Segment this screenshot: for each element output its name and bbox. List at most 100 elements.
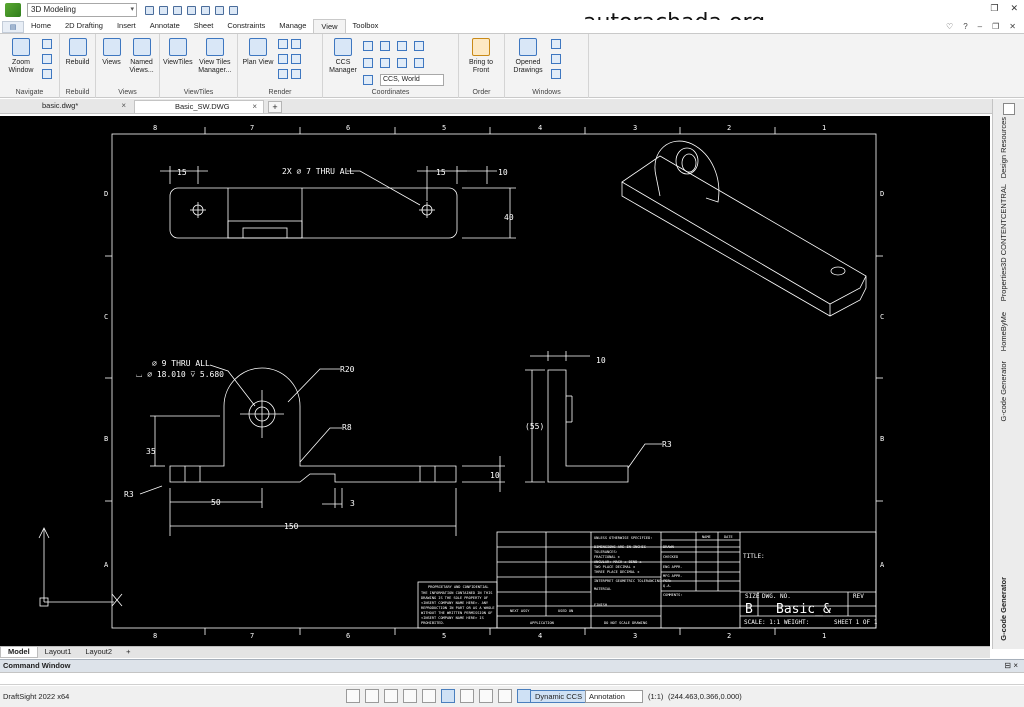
views-label: Views [102,59,121,66]
visual-style-icon[interactable] [278,69,288,79]
minimize-icon[interactable]: – [978,22,982,31]
tab-layout2[interactable]: Layout2 [78,647,119,658]
tile-horizontal-icon[interactable] [551,54,561,64]
ccs-y-icon[interactable] [414,41,424,51]
quick-input-icon[interactable] [498,689,512,703]
chevron-down-icon: ▾ [130,6,134,13]
dim-text: 15 [436,168,446,177]
render-icon[interactable] [291,69,301,79]
ccs-view-icon[interactable] [380,58,390,68]
save-icon[interactable] [173,5,182,15]
sheet-field: SHEET 1 OF 1 [834,619,878,626]
ccs-dropdown[interactable]: CCS, World [380,74,444,86]
orbit-icon[interactable] [42,54,52,64]
tab-manage[interactable]: Manage [272,19,313,33]
ccs-x-icon[interactable] [397,41,407,51]
entity-snap-icon[interactable] [441,689,455,703]
tab-2d-drafting[interactable]: 2D Drafting [58,19,110,33]
grid-icon[interactable] [384,689,398,703]
dim-text: 15 [177,168,187,177]
workspace-dropdown[interactable]: 3D Modeling ▾ [27,3,137,17]
application-menu-button[interactable]: ▤ [2,21,24,33]
close-doc-icon[interactable]: ✕ [1009,22,1016,31]
command-window-title: Command Window [3,661,71,670]
dim-text: R3 [124,490,134,499]
entity-track-icon[interactable] [460,689,474,703]
zone-row-label: B [880,435,884,443]
approval-row: Q.A. [663,584,672,588]
tab-3d-contentcentral[interactable]: 3D CONTENTCENTRAL [999,184,1008,267]
close-icon[interactable]: × [252,101,257,113]
polar-icon[interactable] [422,689,436,703]
gcode-generator-panel-title[interactable]: G-code Generator [999,577,1008,641]
help-icon[interactable]: ? [963,22,967,31]
doc-tab-basic-sw[interactable]: Basic_SW.DWG × [134,100,264,113]
viewtiles-manager-label: View Tiles Manager... [198,59,232,74]
tab-constraints[interactable]: Constraints [220,19,272,33]
ccs-z-icon[interactable] [363,58,373,68]
command-input-area[interactable] [0,673,1024,685]
tab-layout1[interactable]: Layout1 [38,647,79,658]
snap-icon[interactable] [346,689,360,703]
zone-col-label: 4 [538,632,542,640]
tab-sheet[interactable]: Sheet [187,19,221,33]
doc-tab-basic[interactable]: basic.dwg* × [2,100,132,113]
tile-vertical-icon[interactable] [551,69,561,79]
command-window-controls[interactable]: ⊟ × [1004,660,1018,672]
close-icon[interactable]: ✕ [1010,3,1018,14]
render-style-icon[interactable] [278,39,288,49]
bring-to-front-icon [472,38,490,56]
favorite-icon[interactable]: ♡ [946,22,953,31]
ccs-world-icon[interactable] [363,41,373,51]
ccs-origin-icon[interactable] [380,41,390,51]
new-tab-button[interactable]: + [268,101,282,113]
tab-view[interactable]: View [313,19,346,33]
ortho-icon[interactable] [403,689,417,703]
materials-icon[interactable] [291,54,301,64]
dynamic-input-icon[interactable] [517,689,531,703]
tab-home[interactable]: Home [24,19,58,33]
cascade-icon[interactable] [551,39,561,49]
save-as-icon[interactable] [187,5,196,15]
zone-col-label: 6 [346,124,350,132]
lineweight-icon[interactable] [479,689,493,703]
lights-icon[interactable] [291,39,301,49]
tab-properties[interactable]: Properties [999,267,1008,301]
dynamic-ccs-toggle[interactable]: Dynamic CCS [530,690,588,703]
ccs-row-3: CCS, World [363,73,444,87]
tab-toolbox[interactable]: Toolbox [346,19,386,33]
ribbon-tab-bar: ▤ Home 2D Drafting Insert Annotate Sheet… [0,19,1024,34]
grid-snap-icon[interactable] [365,689,379,703]
pan-icon[interactable] [42,39,52,49]
tab-insert[interactable]: Insert [110,19,143,33]
tab-model[interactable]: Model [0,647,38,658]
restore-icon[interactable]: ❐ [990,3,998,14]
scale-field: SCALE: 1:1 [744,619,781,626]
ccs-3point-icon[interactable] [363,75,373,85]
tab-annotate[interactable]: Annotate [143,19,187,33]
add-layout-button[interactable]: + [119,647,137,658]
annotation-scale-dropdown[interactable]: Annotation [585,690,643,703]
draftsight-logo-icon[interactable] [5,3,21,17]
ccs-entity-icon[interactable] [397,58,407,68]
new-file-icon[interactable] [145,5,154,15]
dim-text: (55) [525,422,544,431]
shade-icon[interactable] [278,54,288,64]
ccs-face-icon[interactable] [414,58,424,68]
undo-icon[interactable] [215,5,224,15]
ccs-row-2 [363,56,444,70]
pin-icon[interactable] [1003,103,1015,115]
tab-homebyme[interactable]: HomeByMe [999,312,1008,351]
close-icon[interactable]: × [121,100,126,112]
restore-doc-icon[interactable]: ❐ [992,22,999,31]
zoom-dynamic-icon[interactable] [42,69,52,79]
print-icon[interactable] [201,5,210,15]
proprietary-line: THE INFORMATION CONTAINED IN THIS [421,591,492,595]
open-file-icon[interactable] [159,5,168,15]
redo-icon[interactable] [229,5,238,15]
tab-design-resources[interactable]: Design Resources [999,117,1008,178]
zone-row-label: B [104,435,108,443]
drawing-canvas[interactable]: 8 7 6 5 4 3 2 1 8 7 6 5 4 3 2 1 D C B A … [0,116,990,646]
tab-gcode-generator[interactable]: G-code Generator [999,361,1008,421]
proprietary-line: <INSERT COMPANY NAME HERE> IS [421,616,484,620]
